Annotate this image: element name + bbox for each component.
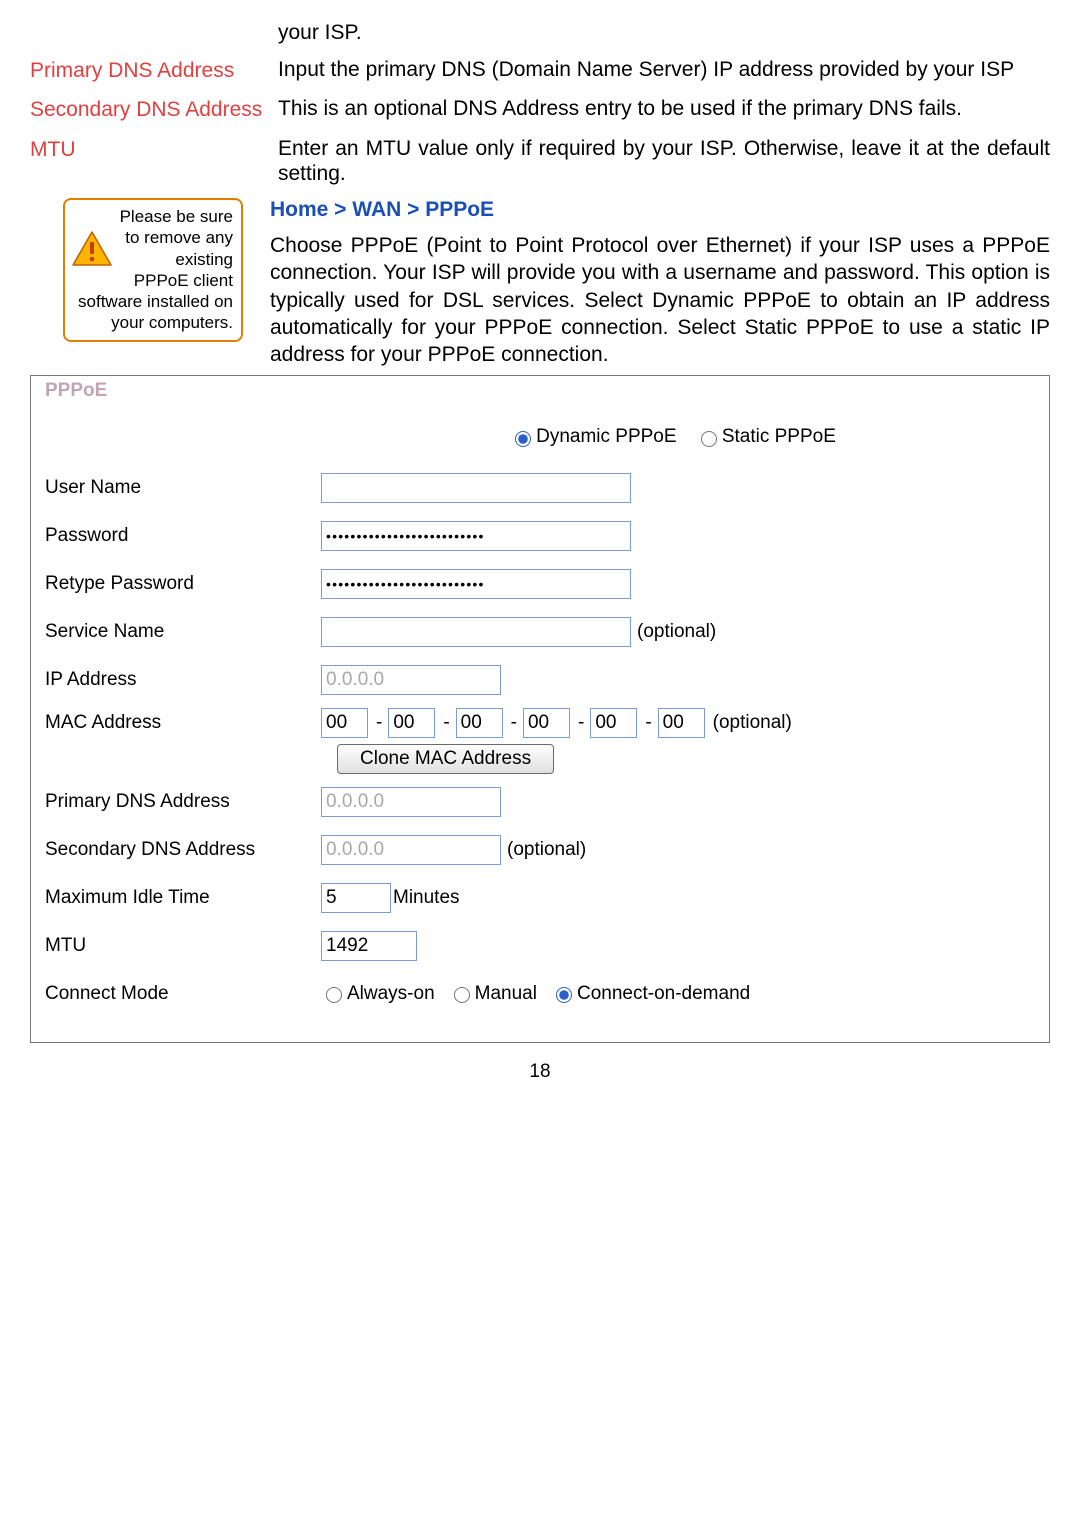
secondary-dns-label: Secondary DNS Address (30, 96, 278, 123)
mac-input-3[interactable] (456, 708, 503, 738)
mac-sep: - (370, 712, 386, 734)
mac-optional-hint: (optional) (713, 712, 792, 734)
secondary-dns-input[interactable] (321, 835, 501, 865)
service-name-label: Service Name (45, 621, 321, 643)
password-input[interactable] (321, 521, 631, 551)
max-idle-unit: Minutes (393, 887, 460, 909)
username-label: User Name (45, 477, 321, 499)
mtu-label: MTU (30, 136, 278, 186)
static-pppoe-radio[interactable] (701, 431, 717, 447)
primary-dns-desc: Input the primary DNS (Domain Name Serve… (278, 57, 1050, 84)
connect-on-demand-label: Connect-on-demand (577, 983, 750, 1005)
always-on-radio[interactable] (326, 987, 342, 1003)
retype-password-label: Retype Password (45, 573, 321, 595)
page-number: 18 (30, 1061, 1050, 1083)
breadcrumb: Home > WAN > PPPoE (270, 198, 1050, 222)
max-idle-input[interactable] (321, 883, 391, 913)
mtu-field-label: MTU (45, 935, 321, 957)
pppoe-panel: PPPoE Dynamic PPPoE Static PPPoE User Na… (30, 375, 1050, 1043)
service-name-input[interactable] (321, 617, 631, 647)
username-input[interactable] (321, 473, 631, 503)
warning-text: Please be sure to remove any existing PP… (78, 207, 233, 332)
mac-address-label: MAC Address (45, 708, 321, 734)
secondary-dns-optional-hint: (optional) (507, 839, 586, 861)
primary-dns-label: Primary DNS Address (30, 57, 278, 84)
clone-mac-button[interactable]: Clone MAC Address (337, 744, 554, 774)
primary-dns-input[interactable] (321, 787, 501, 817)
pppoe-intro: Choose PPPoE (Point to Point Protocol ov… (270, 232, 1050, 368)
connect-mode-label: Connect Mode (45, 983, 321, 1005)
mtu-desc: Enter an MTU value only if required by y… (278, 136, 1050, 186)
always-on-label: Always-on (347, 983, 435, 1005)
retype-password-input[interactable] (321, 569, 631, 599)
connect-on-demand-radio[interactable] (556, 987, 572, 1003)
mac-input-5[interactable] (590, 708, 637, 738)
primary-dns-field-label: Primary DNS Address (45, 791, 321, 813)
max-idle-label: Maximum Idle Time (45, 887, 321, 909)
mac-sep: - (505, 712, 521, 734)
warning-box: Please be sure to remove any existing PP… (63, 198, 243, 342)
ip-address-label: IP Address (45, 669, 321, 691)
mac-input-1[interactable] (321, 708, 368, 738)
password-label: Password (45, 525, 321, 547)
mac-sep: - (572, 712, 588, 734)
secondary-dns-field-label: Secondary DNS Address (45, 839, 321, 861)
secondary-dns-desc: This is an optional DNS Address entry to… (278, 96, 1050, 123)
mtu-input[interactable] (321, 931, 417, 961)
ip-address-input[interactable] (321, 665, 501, 695)
isp-trail-text: your ISP. (278, 20, 1050, 45)
mac-input-4[interactable] (523, 708, 570, 738)
manual-radio[interactable] (454, 987, 470, 1003)
manual-label: Manual (475, 983, 537, 1005)
service-optional-hint: (optional) (637, 621, 716, 643)
mac-input-6[interactable] (658, 708, 705, 738)
dynamic-pppoe-radio[interactable] (515, 431, 531, 447)
dynamic-pppoe-label: Dynamic PPPoE (536, 426, 676, 448)
mac-sep: - (639, 712, 655, 734)
mac-sep: - (437, 712, 453, 734)
static-pppoe-label: Static PPPoE (722, 426, 836, 448)
panel-title: PPPoE (45, 380, 1039, 402)
warning-icon (71, 230, 113, 268)
mac-input-2[interactable] (388, 708, 435, 738)
